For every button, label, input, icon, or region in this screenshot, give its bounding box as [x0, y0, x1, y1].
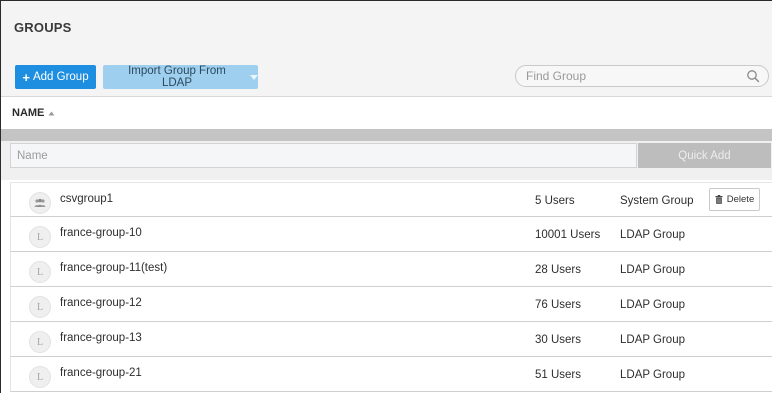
caret-down-icon [250, 74, 258, 80]
ldap-avatar: L [29, 296, 51, 318]
group-name[interactable]: france-group-12 [60, 297, 142, 309]
group-user-count: 51 Users [535, 369, 582, 381]
group-row[interactable]: L france-group-10 10001 Users LDAP Group [10, 217, 772, 252]
add-group-label: Add Group [32, 71, 89, 83]
group-type: LDAP Group [620, 229, 685, 241]
quick-add-name-input[interactable] [10, 143, 637, 168]
group-user-count: 10001 Users [535, 229, 601, 241]
name-column-header[interactable]: NAME [12, 107, 55, 119]
search-box [515, 65, 769, 87]
users-icon [34, 198, 46, 207]
page-title: GROUPS [14, 20, 72, 35]
group-name[interactable]: france-group-10 [60, 227, 142, 239]
groups-list: csvgroup1 5 Users System Group Delete L … [10, 182, 772, 392]
ldap-avatar: L [29, 331, 51, 353]
group-type: LDAP Group [620, 299, 685, 311]
quick-add-strip [1, 129, 772, 141]
ldap-avatar: L [29, 261, 51, 283]
group-avatar [29, 192, 51, 214]
group-user-count: 28 Users [535, 264, 582, 276]
group-row[interactable]: L france-group-21 51 Users LDAP Group [10, 357, 772, 392]
group-type: LDAP Group [620, 264, 685, 276]
group-type: LDAP Group [620, 369, 685, 381]
group-row[interactable]: csvgroup1 5 Users System Group Delete [10, 182, 772, 217]
delete-button[interactable]: Delete [709, 188, 760, 211]
group-row[interactable]: L france-group-13 30 Users LDAP Group [10, 322, 772, 357]
group-user-count: 30 Users [535, 334, 582, 346]
sort-ascending-icon [48, 111, 55, 115]
search-icon[interactable] [746, 69, 760, 83]
ldap-avatar: L [29, 366, 51, 388]
groups-page: GROUPS + Add Group Import Group From LDA… [0, 0, 772, 393]
delete-label: Delete [726, 194, 755, 205]
group-type: System Group [620, 195, 694, 207]
group-type: LDAP Group [620, 334, 685, 346]
import-ldap-label: Import Group From LDAP [128, 65, 226, 89]
group-row[interactable]: L france-group-12 76 Users LDAP Group [10, 287, 772, 322]
search-input[interactable] [526, 67, 736, 85]
plus-icon: + [22, 69, 30, 85]
import-ldap-button[interactable]: Import Group From LDAP [103, 65, 258, 89]
add-group-button[interactable]: + Add Group [15, 65, 96, 89]
group-row[interactable]: L france-group-11(test) 28 Users LDAP Gr… [10, 252, 772, 287]
group-name[interactable]: france-group-21 [60, 367, 142, 379]
group-name[interactable]: france-group-13 [60, 332, 142, 344]
group-user-count: 5 Users [535, 195, 575, 207]
ldap-avatar: L [29, 226, 51, 248]
quick-add-button[interactable]: Quick Add [638, 143, 771, 168]
group-user-count: 76 Users [535, 299, 582, 311]
name-column-label: NAME [12, 107, 45, 119]
group-name[interactable]: csvgroup1 [60, 193, 113, 205]
trash-icon [715, 195, 723, 204]
group-name[interactable]: france-group-11(test) [60, 262, 167, 274]
